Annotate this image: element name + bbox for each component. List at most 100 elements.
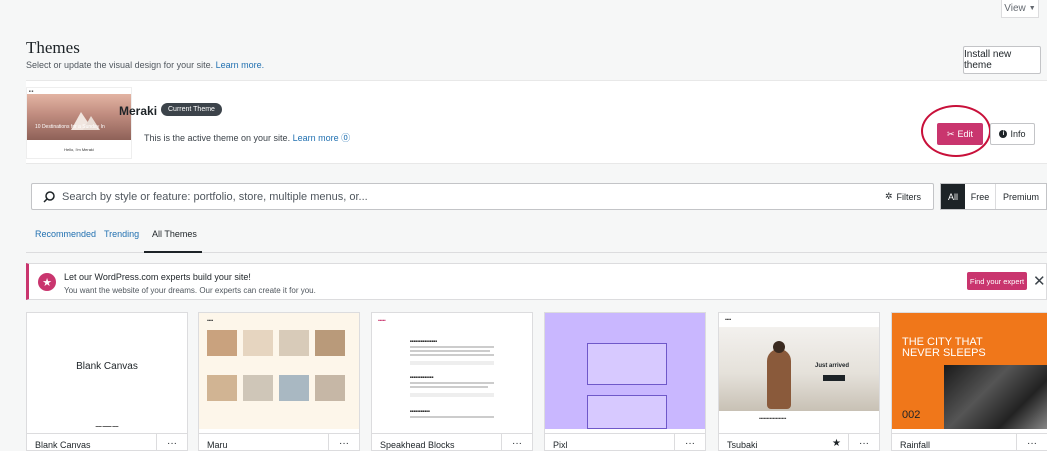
star-icon: ★ (38, 273, 56, 291)
help-icon: ⓪ (341, 133, 351, 143)
segment-free[interactable]: Free (965, 184, 996, 209)
thumbnail-topbar: ■ ■ (29, 89, 34, 93)
edit-highlight-circle (921, 105, 991, 157)
person-head (773, 341, 785, 353)
preview-tile (207, 375, 237, 401)
preview-heading: ■■■■■■■■■■■■■■■ (410, 339, 438, 343)
theme-card-footer: Tsubaki ★ ··· (719, 433, 879, 450)
preview-number: 002 (902, 409, 921, 421)
active-tab-indicator (144, 251, 202, 253)
preview-panel (587, 343, 667, 385)
theme-card-footer: Pixl ··· (545, 433, 705, 450)
thumbnail-photo: 10 Destinations for a Sunday In (27, 94, 131, 140)
star-icon: ★ (832, 438, 841, 449)
theme-card-footer: Speakhead Blocks ··· (372, 433, 532, 450)
theme-card[interactable]: THE CITY THAT NEVER SLEEPS 002 Rainfall … (891, 312, 1047, 451)
close-icon[interactable]: ✕ (1033, 272, 1046, 290)
theme-card[interactable]: Pixl ··· (544, 312, 706, 451)
preview-line (410, 361, 494, 365)
preview-label: THE CITY THAT NEVER SLEEPS (902, 336, 986, 359)
preview-footer-text: ■■■■■■■■■■■■■■■■■■ (759, 417, 787, 420)
page-subtitle-text: Select or update the visual design for y… (26, 60, 214, 70)
current-theme-badge: Current Theme (161, 103, 222, 116)
preview-line (410, 346, 494, 348)
more-options-icon[interactable]: ··· (328, 434, 359, 450)
theme-preview[interactable]: THE CITY THAT NEVER SLEEPS 002 (892, 313, 1047, 429)
theme-card[interactable]: ■■■■■ ■■■■■■■■■■■■■■■ ■■■■■■■■■■■■■ ■■■■… (371, 312, 533, 451)
theme-card-footer: Rainfall ··· (892, 433, 1047, 450)
info-button[interactable]: i Info (990, 123, 1035, 145)
more-options-icon[interactable]: ··· (1016, 434, 1047, 450)
more-options-icon[interactable]: ··· (501, 434, 532, 450)
theme-name: Maru (207, 440, 228, 450)
more-options-icon[interactable]: ··· (674, 434, 705, 450)
preview-panel (587, 395, 667, 429)
theme-name: Speakhead Blocks (380, 440, 455, 450)
page-subtitle: Select or update the visual design for y… (26, 60, 264, 70)
theme-card-footer: Maru ··· (199, 433, 359, 450)
find-your-expert-button[interactable]: Find your expert (967, 272, 1027, 290)
install-new-theme-button[interactable]: Install new theme (963, 46, 1041, 74)
preview-line (410, 382, 494, 384)
learn-more-link[interactable]: Learn more. (216, 60, 265, 70)
current-theme-description-text: This is the active theme on your site. (144, 133, 291, 143)
theme-name: Pixl (553, 440, 568, 450)
segment-all[interactable]: All (941, 184, 965, 209)
theme-card[interactable]: Blank Canvas ▬▬ ▬▬▬ ▬▬ Blank Canvas ··· (26, 312, 188, 451)
preview-photo: Just arrived (719, 327, 879, 411)
view-dropdown[interactable]: View ▼ (1001, 0, 1039, 18)
tab-all-themes[interactable]: All Themes (152, 229, 197, 239)
page-title: Themes (26, 38, 80, 57)
current-theme-description: This is the active theme on your site. L… (144, 131, 350, 144)
theme-preview[interactable]: Blank Canvas ▬▬ ▬▬▬ ▬▬ (27, 313, 187, 429)
experts-banner: ★ Let our WordPress.com experts build yo… (26, 263, 1047, 300)
preview-tile (279, 375, 309, 401)
tab-recommended[interactable]: Recommended (35, 229, 96, 239)
preview-label: Blank Canvas (76, 361, 138, 372)
theme-card-footer: Blank Canvas ··· (27, 433, 187, 450)
preview-tile (279, 330, 309, 356)
theme-card[interactable]: ■■■■ Maru ··· (198, 312, 360, 451)
more-options-icon[interactable]: ··· (156, 434, 187, 450)
search-input[interactable] (62, 185, 662, 208)
theme-name: Rainfall (900, 440, 931, 450)
preview-line (410, 354, 494, 356)
theme-card[interactable]: ■■■■ Just arrived ■■■■■■■■■■■■■■■■■■ Tsu… (718, 312, 880, 451)
filters-button[interactable]: ✲ Filters (885, 191, 921, 202)
preview-line (410, 386, 488, 388)
info-label: Info (1010, 129, 1026, 139)
thumbnail-hello: Hello, I'm Meraki (64, 147, 94, 152)
search-box: ✲ Filters (31, 183, 934, 210)
theme-preview[interactable]: ■■■■ (199, 313, 359, 429)
segment-premium[interactable]: Premium (996, 184, 1046, 209)
theme-preview[interactable] (545, 313, 705, 429)
current-theme-learn-more-link[interactable]: Learn more ⓪ (293, 133, 351, 143)
tab-trending[interactable]: Trending (104, 229, 139, 239)
filters-label: Filters (896, 191, 922, 202)
current-theme-thumbnail[interactable]: ■ ■ 10 Destinations for a Sunday In Hell… (26, 87, 132, 159)
banner-title: Let our WordPress.com experts build your… (64, 272, 251, 282)
preview-line (410, 350, 490, 352)
view-label: View (1004, 3, 1026, 14)
theme-preview[interactable]: ■■■■ Just arrived ■■■■■■■■■■■■■■■■■■ (719, 313, 879, 429)
theme-preview[interactable]: ■■■■■ ■■■■■■■■■■■■■■■ ■■■■■■■■■■■■■ ■■■■… (372, 313, 532, 429)
preview-tile (243, 375, 273, 401)
preview-logo: ■■■■■ (378, 319, 386, 322)
preview-tile (315, 375, 345, 401)
preview-tile (243, 330, 273, 356)
preview-heading: ■■■■■■■■■■■ (410, 409, 430, 413)
price-filter-toggle: All Free Premium (940, 183, 1047, 210)
preview-line (410, 416, 494, 418)
preview-logo: ■■■■ (207, 319, 214, 322)
more-options-icon[interactable]: ··· (848, 434, 879, 450)
chevron-down-icon: ▼ (1028, 5, 1036, 12)
thumbnail-caption: 10 Destinations for a Sunday In (35, 124, 105, 130)
theme-tabs: Recommended Trending All Themes (26, 218, 1047, 253)
preview-label: Just arrived (815, 363, 850, 369)
search-icon (43, 191, 55, 203)
gear-icon: ✲ (884, 191, 893, 201)
person-figure (767, 349, 791, 409)
info-icon: i (999, 130, 1008, 138)
preview-tile (207, 330, 237, 356)
theme-name: Tsubaki (727, 440, 758, 450)
